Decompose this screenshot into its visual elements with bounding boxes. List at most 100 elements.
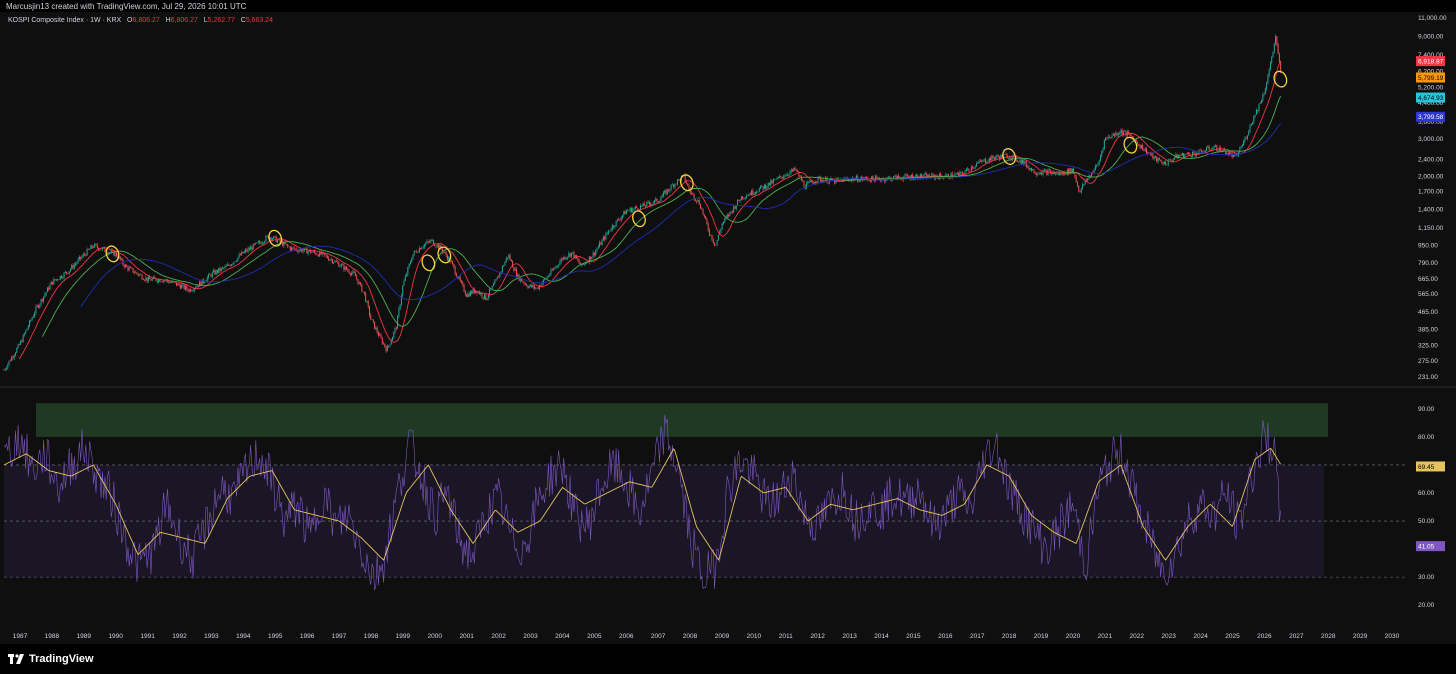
price-candle (342, 264, 344, 265)
price-candle (188, 289, 190, 292)
price-candle (996, 155, 998, 158)
price-candle (237, 257, 239, 261)
price-candle (656, 198, 658, 202)
price-candle (403, 280, 405, 286)
price-candle (80, 256, 82, 259)
price-candle (1135, 139, 1137, 142)
chart-canvas[interactable]: 11,000.009,000.007,400.006,200.005,200.0… (0, 12, 1456, 644)
price-candle (858, 181, 860, 182)
price-candle (1277, 43, 1279, 54)
price-candle (872, 176, 874, 179)
price-candle (500, 271, 502, 273)
price-candle (613, 225, 615, 228)
time-axis-tick: 2023 (1161, 633, 1176, 640)
price-candle (1276, 36, 1278, 44)
price-candle (6, 368, 8, 370)
price-candle (1022, 160, 1024, 164)
price-candle (748, 194, 750, 196)
price-candle (104, 247, 106, 252)
price-candle (1030, 167, 1032, 171)
price-candle (553, 268, 555, 271)
price-candle (1174, 157, 1176, 160)
price-candle (461, 280, 463, 283)
price-candle (109, 252, 111, 253)
price-candle (227, 264, 229, 266)
price-candle (43, 296, 45, 302)
price-axis-tick: 385.00 (1418, 327, 1438, 334)
price-candle (18, 344, 20, 345)
time-axis-tick: 2014 (874, 633, 889, 640)
price-candle (35, 306, 37, 314)
price-candle (619, 219, 621, 221)
price-candle (1162, 163, 1164, 165)
price-candle (291, 247, 293, 251)
time-axis-tick: 2011 (779, 633, 793, 640)
time-axis-tick: 2005 (587, 633, 602, 640)
price-candle (266, 235, 268, 237)
price-candle (1074, 172, 1076, 177)
price-candle (349, 273, 351, 275)
price-candle (767, 182, 769, 187)
price-candle (1249, 124, 1251, 132)
price-candle (540, 285, 542, 287)
price-candle (282, 241, 284, 246)
price-candle (1083, 184, 1085, 185)
price-candle (199, 281, 201, 287)
price-candle (386, 346, 388, 352)
price-candle (416, 251, 418, 253)
tradingview-brand[interactable]: TradingView (8, 653, 94, 665)
price-candle (135, 272, 137, 273)
price-candle (1269, 62, 1271, 70)
price-candle (605, 233, 607, 240)
price-candle (592, 252, 594, 257)
price-candle (659, 201, 661, 202)
price-candle (737, 199, 739, 206)
price-candle (724, 218, 726, 222)
price-candle (90, 245, 92, 250)
price-candle (389, 344, 391, 346)
price-candle (119, 256, 121, 260)
price-candle (1079, 190, 1081, 193)
price-candle (236, 260, 238, 262)
price-candle (735, 205, 737, 209)
price-candle (577, 258, 579, 261)
price-candle (630, 208, 632, 213)
price-candle (297, 250, 299, 252)
price-candle (251, 247, 253, 250)
price-candle (701, 208, 703, 210)
price-candle (1160, 160, 1162, 162)
price-candle (435, 245, 437, 247)
time-axis-tick: 1987 (13, 633, 28, 640)
high-value: 6,806.27 (170, 17, 198, 24)
price-candle (462, 282, 464, 285)
price-candle (1098, 160, 1100, 165)
price-candle (1140, 145, 1142, 149)
price-candle (526, 284, 528, 287)
time-axis-tick: 2018 (1002, 633, 1017, 640)
price-candle (894, 175, 896, 177)
price-candle (606, 233, 608, 234)
price-candle (270, 237, 272, 241)
price-candle (753, 194, 755, 195)
price-candle (329, 259, 331, 261)
price-candle (179, 285, 181, 289)
price-candle (294, 248, 296, 250)
price-candle (71, 265, 73, 270)
price-candle (81, 256, 83, 259)
price-candle (661, 195, 663, 199)
price-candle (1004, 154, 1006, 155)
price-candle (692, 192, 694, 194)
price-candle (415, 251, 417, 252)
price-candle (1209, 149, 1211, 151)
price-candle (777, 177, 779, 178)
price-candle (637, 208, 639, 210)
price-candle (749, 194, 751, 195)
rsi-tag-0: 69.45 (1418, 464, 1435, 471)
price-candle (64, 271, 66, 273)
price-candle (256, 242, 258, 244)
price-candle (1009, 157, 1011, 159)
price-candle (302, 250, 304, 252)
price-candle (16, 348, 18, 353)
price-candle (739, 200, 741, 201)
price-candle (591, 256, 593, 260)
